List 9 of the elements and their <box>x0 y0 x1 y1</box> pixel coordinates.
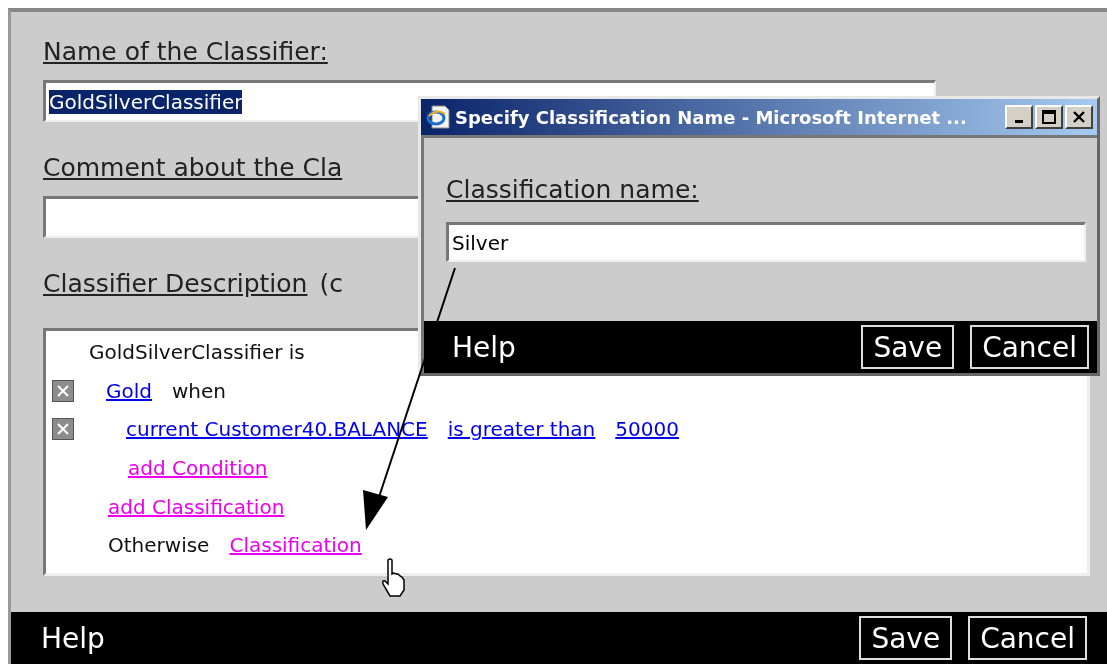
field-label: Classifier Description <box>43 268 308 300</box>
field-label: Comment about the Cla <box>43 152 343 184</box>
keyword-text: when <box>172 378 226 403</box>
field-label: Classification name: <box>446 174 700 206</box>
otherwise-text: Otherwise <box>108 533 210 558</box>
window-title: Specify Classification Name - Microsoft Internet ... <box>455 106 968 128</box>
field-label: Name of the Classifier: <box>43 36 328 68</box>
label-text: (c <box>319 268 343 300</box>
description-heading: GoldSilverClassifier is <box>89 340 305 365</box>
